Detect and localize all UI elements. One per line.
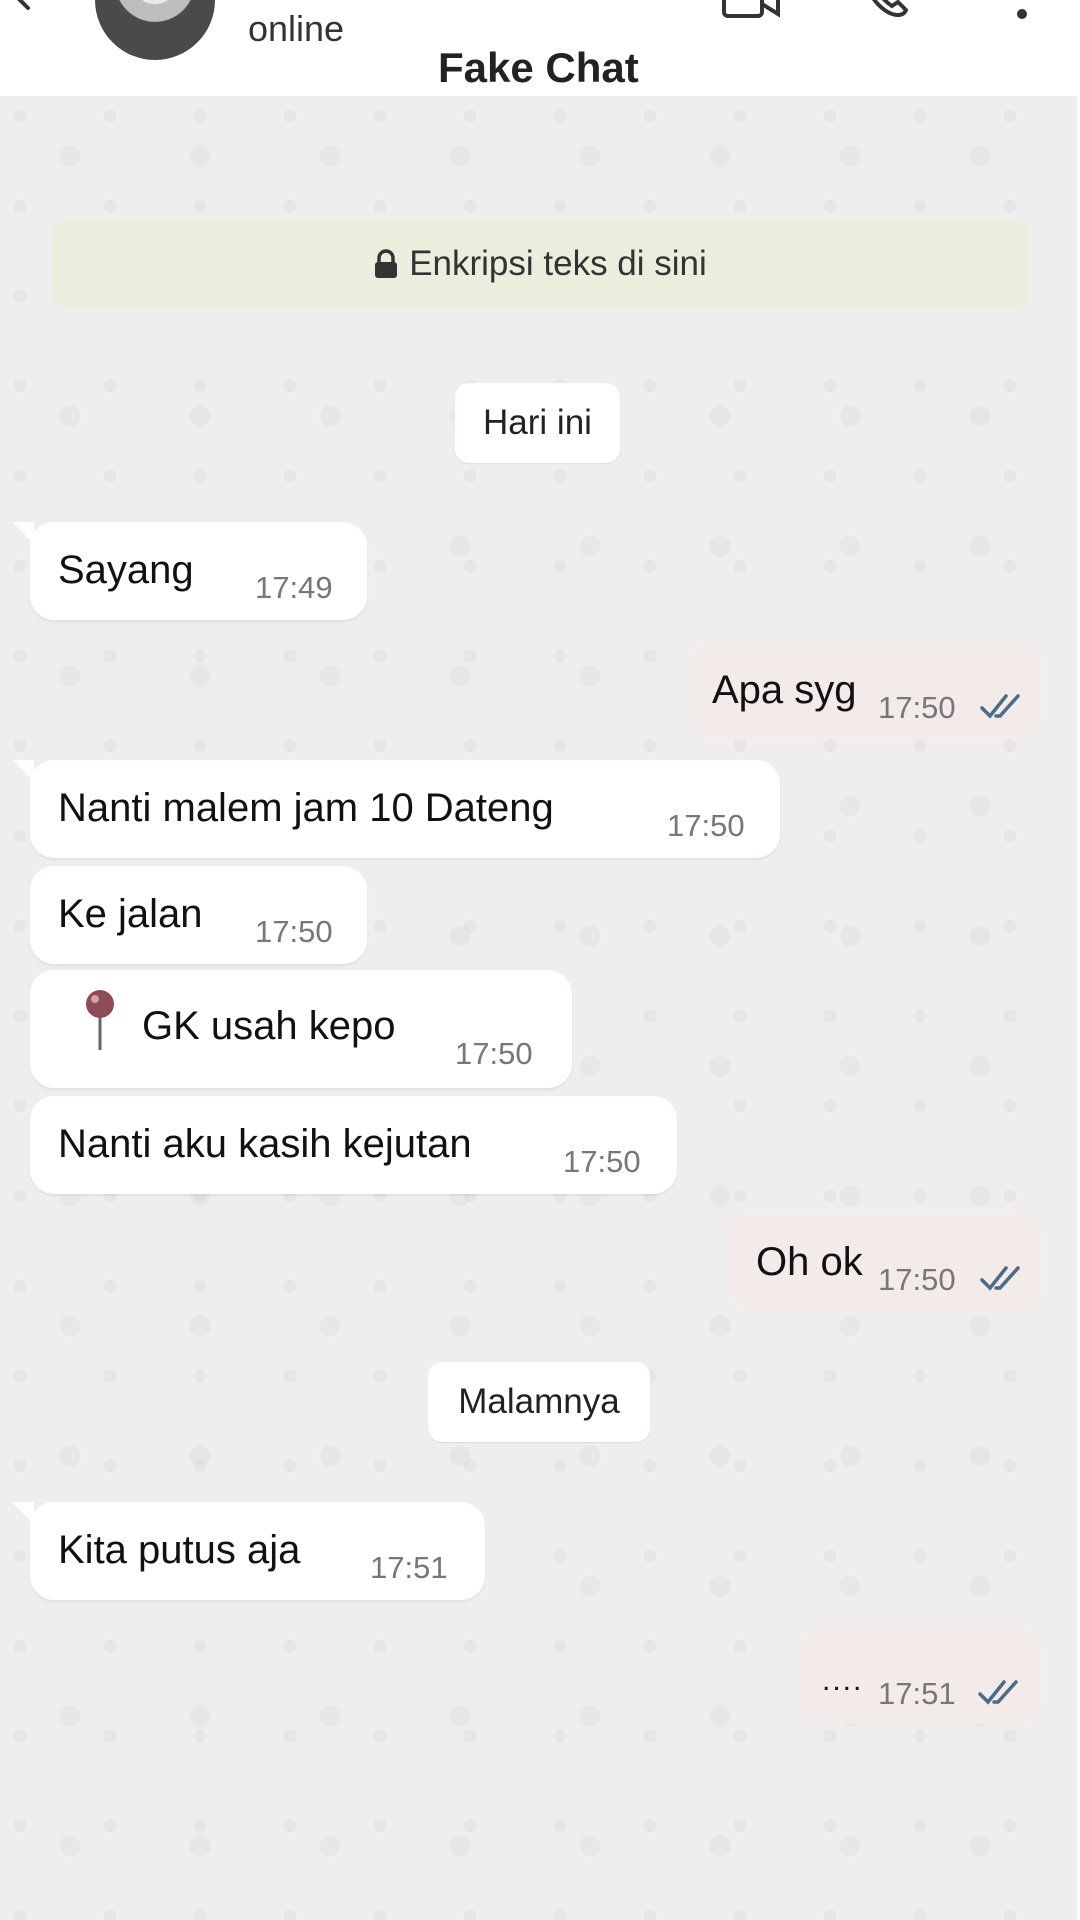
video-call-icon[interactable]	[722, 0, 782, 20]
message-text: Ke jalan	[58, 892, 203, 936]
message-incoming[interactable]: GK usah kepo 17:50	[30, 970, 572, 1088]
message-incoming[interactable]: Nanti malem jam 10 Dateng 17:50	[12, 760, 780, 858]
message-incoming[interactable]: Sayang 17:49	[12, 522, 367, 620]
message-time: 17:50	[255, 914, 333, 949]
more-vert-icon[interactable]	[1010, 0, 1034, 20]
encryption-notice-text: Enkripsi teks di sini	[409, 244, 707, 283]
message-incoming[interactable]: Ke jalan 17:50	[30, 866, 367, 964]
message-text: Sayang	[58, 548, 194, 592]
message-time: 17:50	[563, 1144, 641, 1179]
message-time: 17:51	[878, 1676, 956, 1711]
message-incoming[interactable]: Kita putus aja 17:51	[12, 1502, 485, 1600]
pushpin-icon	[86, 990, 114, 1050]
message-time: 17:50	[878, 1262, 956, 1297]
message-incoming[interactable]: Nanti aku kasih kejutan 17:50	[30, 1096, 677, 1194]
message-text: GK usah kepo	[142, 1004, 396, 1048]
lock-icon	[375, 249, 398, 278]
message-outgoing[interactable]: Apa syg 17:50	[690, 642, 1042, 738]
back-arrow-icon[interactable]	[10, 0, 50, 18]
chat-screen: online Fake Chat Enkripsi teks di sini H…	[0, 0, 1080, 1920]
app-title: Fake Chat	[438, 44, 639, 91]
message-text: Nanti malem jam 10 Dateng	[58, 786, 554, 830]
message-time: 17:49	[255, 570, 333, 605]
message-time: 17:50	[878, 690, 956, 725]
message-outgoing[interactable]: Oh ok 17:50	[730, 1214, 1042, 1310]
avatar[interactable]	[95, 0, 215, 60]
read-ticks-icon	[978, 1680, 1018, 1705]
read-ticks-icon	[980, 694, 1020, 719]
message-text: Apa syg	[712, 668, 857, 712]
date-pill-today: Hari ini	[455, 383, 620, 463]
message-text: Nanti aku kasih kejutan	[58, 1122, 472, 1166]
message-text: ....	[822, 1664, 864, 1697]
message-time: 17:51	[370, 1550, 448, 1585]
message-time: 17:50	[455, 1036, 533, 1071]
contact-status: online	[248, 8, 345, 49]
date-pill-night: Malamnya	[428, 1362, 650, 1442]
encryption-notice[interactable]: Enkripsi teks di sini	[52, 220, 1028, 308]
message-time: 17:50	[667, 808, 745, 843]
message-text: Oh ok	[756, 1240, 863, 1284]
message-text: Kita putus aja	[58, 1528, 301, 1572]
read-ticks-icon	[980, 1266, 1020, 1291]
phone-call-icon[interactable]	[860, 0, 910, 20]
message-outgoing[interactable]: .... 17:51	[800, 1628, 1042, 1724]
chat-header: online Fake Chat	[0, 0, 1080, 96]
